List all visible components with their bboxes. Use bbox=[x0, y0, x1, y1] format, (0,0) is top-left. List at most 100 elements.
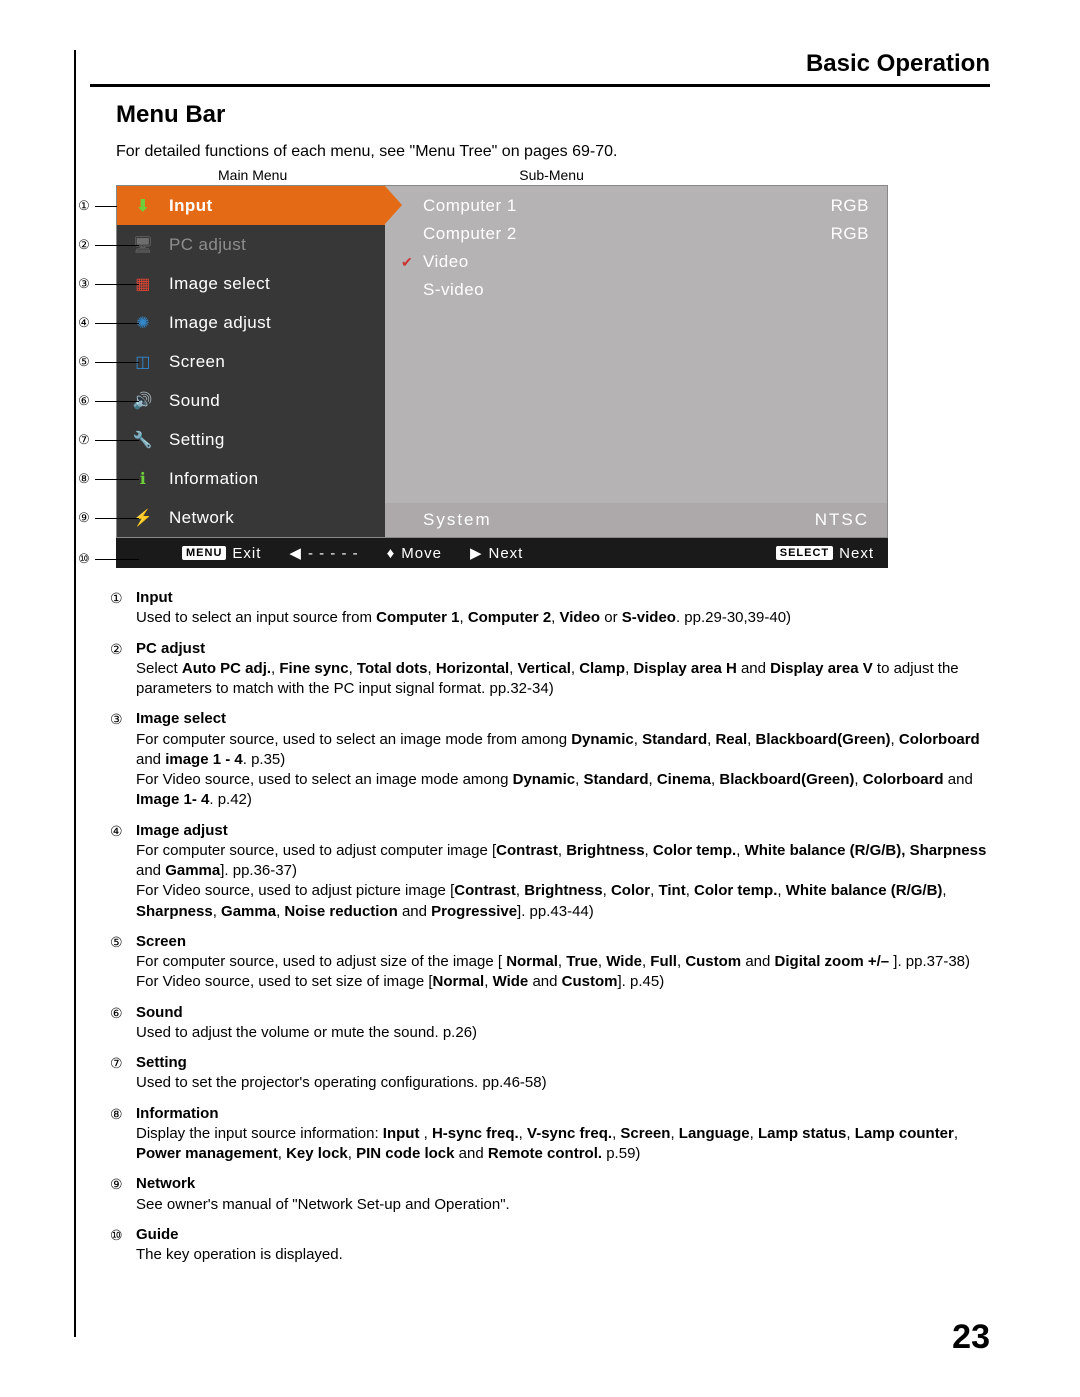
guide-next: Next bbox=[489, 545, 524, 562]
guide-back: - - - - - bbox=[308, 545, 359, 562]
guide-bar: MENU Exit ◀ - - - - - ♦ Move ▶ Next SELE… bbox=[116, 538, 888, 568]
margin-rule bbox=[74, 50, 76, 1337]
main-menu-label: Screen bbox=[169, 352, 225, 372]
main-menu-panel: ⬇Input🖥PC adjust▦Image select✺Image adju… bbox=[117, 186, 385, 537]
main-menu-item-setting[interactable]: 🔧Setting bbox=[117, 420, 385, 459]
description-item: ⑦SettingUsed to set the projector's oper… bbox=[110, 1053, 990, 1094]
callout-2: ② bbox=[77, 237, 139, 253]
desc-number: ⑩ bbox=[110, 1225, 136, 1266]
right-arrow-icon: ▶ bbox=[470, 544, 483, 562]
desc-body: For computer source, used to adjust comp… bbox=[136, 841, 990, 922]
desc-body: Used to set the projector's operating co… bbox=[136, 1073, 990, 1093]
menu-figure: Main Menu Sub-Menu ①②③④⑤⑥⑦⑧⑨⑩ ⬇Input🖥PC … bbox=[116, 167, 990, 568]
description-item: ⑤ScreenFor computer source, used to adju… bbox=[110, 932, 990, 993]
desc-number: ③ bbox=[110, 709, 136, 810]
desc-number: ⑦ bbox=[110, 1053, 136, 1094]
guide-exit: Exit bbox=[232, 545, 261, 562]
left-arrow-icon: ◀ bbox=[289, 544, 302, 562]
system-value: NTSC bbox=[815, 510, 869, 530]
desc-title: PC adjust bbox=[136, 639, 990, 659]
main-menu-label: Sound bbox=[169, 391, 220, 411]
guide-select-next: Next bbox=[839, 545, 874, 562]
description-item: ⑧InformationDisplay the input source inf… bbox=[110, 1104, 990, 1165]
desc-title: Setting bbox=[136, 1053, 990, 1073]
main-menu-item-imgsel[interactable]: ▦Image select bbox=[117, 264, 385, 303]
main-menu-label: Input bbox=[169, 196, 213, 216]
callout-3: ③ bbox=[77, 276, 139, 292]
main-menu-label: Network bbox=[169, 508, 234, 528]
menu-button-icon: MENU bbox=[182, 546, 226, 560]
main-menu-item-pc[interactable]: 🖥PC adjust bbox=[117, 225, 385, 264]
select-button-icon: SELECT bbox=[776, 546, 833, 560]
desc-number: ⑧ bbox=[110, 1104, 136, 1165]
desc-title: Sound bbox=[136, 1003, 990, 1023]
sub-item[interactable]: S-video bbox=[423, 278, 517, 302]
desc-title: Network bbox=[136, 1174, 990, 1194]
desc-body: Display the input source information: In… bbox=[136, 1124, 990, 1165]
desc-number: ⑥ bbox=[110, 1003, 136, 1044]
osd-menu: ①②③④⑤⑥⑦⑧⑨⑩ ⬇Input🖥PC adjust▦Image select… bbox=[116, 185, 888, 538]
sub-value: RGB bbox=[831, 194, 869, 218]
description-item: ②PC adjustSelect Auto PC adj., Fine sync… bbox=[110, 639, 990, 700]
main-menu-label: PC adjust bbox=[169, 235, 246, 255]
sub-item[interactable]: ✔Video bbox=[423, 250, 517, 274]
callout-6: ⑥ bbox=[77, 393, 139, 409]
page-number: 23 bbox=[952, 1318, 990, 1357]
page-title: Menu Bar bbox=[90, 101, 990, 129]
desc-body: The key operation is displayed. bbox=[136, 1245, 990, 1265]
desc-title: Input bbox=[136, 588, 990, 608]
callout-7: ⑦ bbox=[77, 432, 139, 448]
description-item: ①InputUsed to select an input source fro… bbox=[110, 588, 990, 629]
sub-menu-label: Sub-Menu bbox=[519, 167, 584, 183]
desc-title: Image select bbox=[136, 709, 990, 729]
description-item: ⑩GuideThe key operation is displayed. bbox=[110, 1225, 990, 1266]
description-item: ⑨NetworkSee owner's manual of "Network S… bbox=[110, 1174, 990, 1215]
desc-body: Used to select an input source from Comp… bbox=[136, 608, 990, 628]
sub-item[interactable]: Computer 1 bbox=[423, 194, 517, 218]
sub-value: RGB bbox=[831, 222, 869, 246]
desc-body: For computer source, used to adjust size… bbox=[136, 952, 990, 993]
callout-10: ⑩ bbox=[77, 551, 139, 567]
updown-arrow-icon: ♦ bbox=[387, 545, 396, 562]
main-menu-item-screen[interactable]: ◫Screen bbox=[117, 342, 385, 381]
desc-body: See owner's manual of "Network Set-up an… bbox=[136, 1195, 990, 1215]
desc-title: Information bbox=[136, 1104, 990, 1124]
desc-number: ④ bbox=[110, 821, 136, 922]
desc-number: ⑤ bbox=[110, 932, 136, 993]
callout-5: ⑤ bbox=[77, 354, 139, 370]
desc-number: ① bbox=[110, 588, 136, 629]
description-item: ④Image adjustFor computer source, used t… bbox=[110, 821, 990, 922]
main-menu-item-imgadj[interactable]: ✺Image adjust bbox=[117, 303, 385, 342]
desc-body: For computer source, used to select an i… bbox=[136, 730, 990, 811]
sub-item[interactable]: Computer 2 bbox=[423, 222, 517, 246]
description-item: ③Image selectFor computer source, used t… bbox=[110, 709, 990, 810]
desc-body: Select Auto PC adj., Fine sync, Total do… bbox=[136, 659, 990, 700]
main-menu-label: Setting bbox=[169, 430, 225, 450]
system-label: System bbox=[423, 510, 492, 530]
intro-text: For detailed functions of each menu, see… bbox=[90, 143, 990, 161]
desc-body: Used to adjust the volume or mute the so… bbox=[136, 1023, 990, 1043]
main-menu-item-info[interactable]: ℹInformation bbox=[117, 459, 385, 498]
desc-title: Screen bbox=[136, 932, 990, 952]
callout-4: ④ bbox=[77, 315, 139, 331]
guide-move: Move bbox=[401, 545, 442, 562]
main-menu-item-net[interactable]: ⚡Network bbox=[117, 498, 385, 537]
section-header: Basic Operation bbox=[90, 50, 990, 84]
callout-9: ⑨ bbox=[77, 510, 139, 526]
main-menu-label: Information bbox=[169, 469, 258, 489]
desc-title: Guide bbox=[136, 1225, 990, 1245]
main-menu-label: Image adjust bbox=[169, 313, 271, 333]
main-menu-label: Image select bbox=[169, 274, 270, 294]
callout-8: ⑧ bbox=[77, 471, 139, 487]
main-menu-item-sound[interactable]: 🔊Sound bbox=[117, 381, 385, 420]
description-list: ①InputUsed to select an input source fro… bbox=[90, 588, 990, 1265]
main-menu-label: Main Menu bbox=[218, 167, 287, 183]
header-rule bbox=[90, 84, 990, 87]
sub-panel: Computer 1 Computer 2 ✔Video S-video RGB RGB… bbox=[385, 186, 887, 537]
description-item: ⑥SoundUsed to adjust the volume or mute … bbox=[110, 1003, 990, 1044]
check-icon: ✔ bbox=[401, 254, 413, 271]
desc-number: ② bbox=[110, 639, 136, 700]
desc-title: Image adjust bbox=[136, 821, 990, 841]
desc-number: ⑨ bbox=[110, 1174, 136, 1215]
main-menu-item-input[interactable]: ⬇Input bbox=[117, 186, 385, 225]
